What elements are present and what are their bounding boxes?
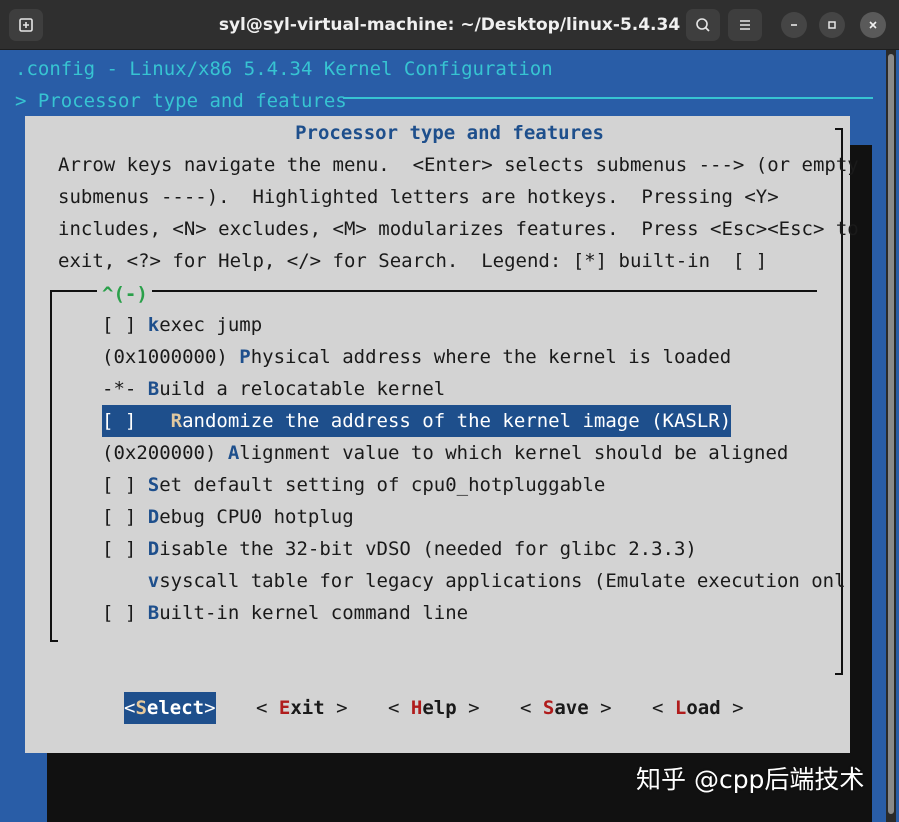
window-title: syl@syl-virtual-machine: ~/Desktop/linux… bbox=[218, 15, 681, 35]
menu-item-cpu0-hotpluggable[interactable]: [ ] Set default setting of cpu0_hotplugg… bbox=[102, 469, 605, 501]
menu-item-prefix: [ ] bbox=[102, 602, 148, 624]
menu-item-hotkey: A bbox=[227, 442, 240, 464]
scroll-up-indicator[interactable]: ^(-) bbox=[102, 278, 148, 310]
menu-item-kexec-jump[interactable]: [ ] kexec jump bbox=[102, 309, 262, 341]
menu-item-label: syscall table for legacy applications (E… bbox=[159, 570, 846, 592]
menu-item-label: exec jump bbox=[159, 314, 263, 336]
button-hotkey: E bbox=[278, 697, 291, 719]
menu-item-hotkey: k bbox=[147, 314, 160, 336]
button-bracket: < bbox=[256, 697, 279, 719]
menu-item-label: ebug CPU0 hotplug bbox=[159, 506, 354, 528]
menu-box-border bbox=[152, 290, 817, 292]
button-bracket: > bbox=[456, 697, 480, 719]
watermark: 知乎 @cpp后端技术 bbox=[636, 765, 865, 794]
maximize-icon bbox=[828, 21, 836, 29]
minimize-button[interactable] bbox=[781, 12, 807, 38]
button-bracket: > bbox=[324, 697, 348, 719]
menu-box-border bbox=[50, 290, 52, 642]
dialog-border-corner bbox=[835, 673, 843, 675]
menu-item-prefix bbox=[102, 570, 148, 592]
breadcrumb-rule bbox=[343, 97, 873, 99]
menu-item-vsyscall-table[interactable]: vsyscall table for legacy applications (… bbox=[102, 565, 846, 597]
button-label: elect bbox=[146, 697, 205, 719]
menu-item-label: isable the 32-bit vDSO (needed for glibc… bbox=[159, 538, 697, 560]
select-button[interactable]: <Select> bbox=[124, 692, 216, 724]
button-bracket: < bbox=[124, 697, 136, 719]
menu-item-prefix: [ ] bbox=[102, 506, 148, 528]
close-button[interactable] bbox=[860, 12, 886, 38]
menu-item-hotkey: B bbox=[147, 602, 160, 624]
search-button[interactable] bbox=[686, 9, 720, 41]
menu-item-prefix: -*- bbox=[102, 378, 148, 400]
hamburger-icon bbox=[740, 20, 750, 30]
menu-item-prefix: [ ] bbox=[102, 314, 148, 336]
menu-item-physical-address[interactable]: (0x1000000) Physical address where the k… bbox=[102, 341, 731, 373]
button-bracket: > bbox=[720, 697, 744, 719]
menu-item-hotkey: P bbox=[239, 346, 251, 368]
menu-item-debug-cpu0-hotplug[interactable]: [ ] Debug CPU0 hotplug bbox=[102, 501, 354, 533]
button-bracket: < bbox=[388, 697, 411, 719]
config-header: .config - Linux/x86 5.4.34 Kernel Config… bbox=[15, 58, 553, 80]
menu-item-builtin-cmdline[interactable]: [ ] Built-in kernel command line bbox=[102, 597, 468, 629]
button-hotkey: L bbox=[674, 697, 687, 719]
load-button[interactable]: < Load > bbox=[652, 692, 744, 724]
menu-box-border bbox=[50, 640, 58, 642]
breadcrumb: > Processor type and features bbox=[15, 90, 347, 112]
menu-item-label: et default setting of cpu0_hotpluggable bbox=[159, 474, 606, 496]
button-hotkey: S bbox=[135, 697, 147, 719]
menu-item-hotkey: B bbox=[147, 378, 160, 400]
menu-item-prefix: [ ] bbox=[102, 474, 148, 496]
menu-item-label: lignment value to which kernel should be… bbox=[239, 442, 789, 464]
help-line: Arrow keys navigate the menu. <Enter> se… bbox=[58, 154, 859, 176]
help-line: exit, <?> for Help, </> for Search. Lege… bbox=[58, 250, 768, 272]
button-label: oad bbox=[686, 697, 721, 719]
menu-item-disable-vdso[interactable]: [ ] Disable the 32-bit vDSO (needed for … bbox=[102, 533, 697, 565]
button-hotkey: S bbox=[542, 697, 555, 719]
menu-item-prefix: [ ] bbox=[102, 538, 148, 560]
menu-item-hotkey: S bbox=[147, 474, 160, 496]
menu-item-label: uilt-in kernel command line bbox=[159, 602, 469, 624]
menu-item-alignment-value[interactable]: (0x200000) Alignment value to which kern… bbox=[102, 437, 788, 469]
menu-item-relocatable-kernel[interactable]: -*- Build a relocatable kernel bbox=[102, 373, 445, 405]
button-label: ave bbox=[554, 697, 589, 719]
dialog-title: Processor type and features bbox=[295, 122, 604, 144]
button-label: elp bbox=[422, 697, 457, 719]
button-bracket: < bbox=[520, 697, 543, 719]
maximize-button[interactable] bbox=[819, 12, 845, 38]
menu-item-label: hysical address where the kernel is load… bbox=[250, 346, 732, 368]
button-bracket: > bbox=[204, 697, 216, 719]
close-icon bbox=[869, 21, 877, 29]
help-line: submenus ----). Highlighted letters are … bbox=[58, 186, 779, 208]
menu-item-hotkey: R bbox=[170, 410, 183, 432]
menu-item-prefix: (0x1000000) bbox=[102, 346, 240, 368]
save-button[interactable]: < Save > bbox=[520, 692, 612, 724]
help-button[interactable]: < Help > bbox=[388, 692, 480, 724]
menu-item-label: uild a relocatable kernel bbox=[159, 378, 446, 400]
search-icon bbox=[696, 18, 710, 32]
terminal-scrollbar-thumb[interactable] bbox=[888, 54, 894, 814]
button-bracket: < bbox=[652, 697, 675, 719]
menu-item-kaslr[interactable]: [ ] Randomize the address of the kernel … bbox=[102, 405, 732, 437]
button-hotkey: H bbox=[410, 697, 423, 719]
menu-item-hotkey: D bbox=[147, 506, 160, 528]
menu-item-prefix: [ ] bbox=[102, 410, 171, 432]
menu-item-hotkey: D bbox=[147, 538, 160, 560]
menu-item-label: andomize the address of the kernel image… bbox=[182, 410, 732, 432]
button-label: xit bbox=[290, 697, 325, 719]
menu-box-border bbox=[50, 290, 97, 292]
button-bracket: > bbox=[588, 697, 612, 719]
menu-item-prefix: (0x200000) bbox=[102, 442, 228, 464]
menu-button[interactable] bbox=[728, 9, 762, 41]
help-line: includes, <N> excludes, <M> modularizes … bbox=[58, 218, 859, 240]
terminal-area[interactable]: .config - Linux/x86 5.4.34 Kernel Config… bbox=[0, 50, 899, 822]
minimize-icon bbox=[791, 24, 797, 26]
window-titlebar: syl@syl-virtual-machine: ~/Desktop/linux… bbox=[0, 0, 899, 50]
menu-item-hotkey: v bbox=[147, 570, 160, 592]
exit-button[interactable]: < Exit > bbox=[256, 692, 348, 724]
